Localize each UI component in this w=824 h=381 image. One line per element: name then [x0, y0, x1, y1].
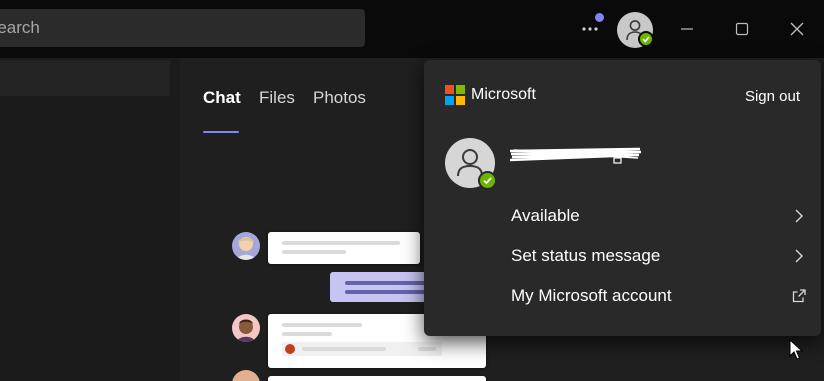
left-panel-selected-item[interactable]: [0, 60, 170, 96]
chevron-right-icon: [795, 209, 803, 223]
close-button[interactable]: [784, 16, 810, 42]
close-icon: [790, 22, 804, 36]
left-panel: [0, 58, 180, 381]
sign-out-link[interactable]: Sign out: [745, 88, 800, 105]
redacted-user-name: [509, 146, 642, 166]
menu-item-label: Set status message: [511, 246, 661, 265]
search-text: Search: [0, 18, 40, 37]
chevron-right-icon: [795, 249, 803, 263]
tab-files[interactable]: Files: [259, 88, 295, 108]
maximize-button[interactable]: [729, 16, 755, 42]
avatar-illustration-3: [232, 370, 260, 381]
notification-dot: [595, 13, 604, 22]
search-input[interactable]: Search: [0, 9, 365, 47]
tab-chat[interactable]: Chat: [203, 88, 241, 108]
menu-item-available[interactable]: Available: [424, 198, 821, 234]
presence-available-icon: [638, 31, 654, 47]
presence-available-icon: [478, 171, 497, 190]
menu-item-my-microsoft-account[interactable]: My Microsoft account: [424, 278, 821, 314]
chat-bubble-3: [268, 376, 486, 381]
title-bar: Search: [0, 0, 824, 58]
avatar-illustration-2: [232, 314, 260, 342]
maximize-icon: [735, 22, 749, 36]
microsoft-logo-icon: [445, 85, 465, 105]
mouse-cursor-icon: [789, 339, 803, 360]
teams-window: Search Chat Files Photos: [0, 0, 824, 381]
account-flyout: Microsoft Sign out Available Set status …: [424, 60, 821, 336]
chat-bubble-1: [268, 232, 420, 264]
menu-item-set-status-message[interactable]: Set status message: [424, 238, 821, 274]
minimize-button[interactable]: [674, 16, 700, 42]
active-tab-indicator: [203, 131, 239, 133]
chat-bubble-own: [330, 272, 430, 302]
attachment-preview: [282, 342, 442, 356]
tab-photos[interactable]: Photos: [313, 88, 366, 108]
external-link-icon: [792, 289, 806, 303]
avatar-illustration-1: [232, 232, 260, 260]
menu-item-label: Available: [511, 206, 580, 225]
minimize-icon: [681, 28, 693, 30]
powerpoint-icon: [285, 344, 295, 354]
brand-name: Microsoft: [471, 86, 536, 103]
menu-item-label: My Microsoft account: [511, 286, 672, 305]
